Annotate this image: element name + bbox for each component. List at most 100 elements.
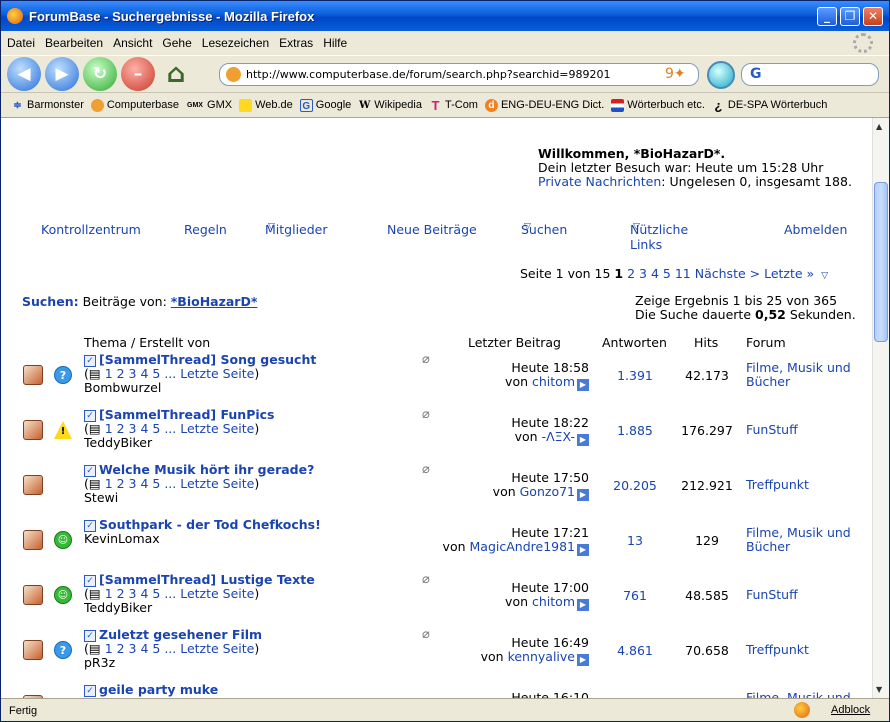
forum-link[interactable]: Filme, Musik und Bücher bbox=[746, 526, 866, 554]
menu-bearbeiten[interactable]: Bearbeiten bbox=[45, 36, 103, 50]
thread-pages[interactable]: (▤ 1 2 3 4 5 ... Letzte Seite) bbox=[84, 586, 259, 601]
forum-link[interactable]: FunStuff bbox=[746, 423, 866, 437]
nav-regeln[interactable]: Regeln bbox=[184, 222, 227, 237]
thread-title[interactable]: ✓ [SammelThread] Lustige Texte bbox=[84, 572, 315, 587]
page-link[interactable]: 2 bbox=[627, 266, 635, 281]
chevron-down-icon: ▽ bbox=[524, 222, 531, 232]
thread-title[interactable]: ✓ Southpark - der Tod Chefkochs! bbox=[84, 517, 321, 532]
home-button[interactable]: ⌂ bbox=[159, 57, 193, 91]
url-input[interactable]: http://www.computerbase.de/forum/search.… bbox=[219, 63, 699, 86]
answer-count[interactable]: 4.861 bbox=[601, 643, 669, 658]
thread-author: pR3z bbox=[84, 655, 116, 670]
forum-link[interactable]: Treffpunkt bbox=[746, 478, 866, 492]
forward-button[interactable]: ▶ bbox=[45, 57, 79, 91]
page-link[interactable]: 3 bbox=[639, 266, 647, 281]
goto-last-post-icon[interactable]: ▶ bbox=[577, 489, 589, 501]
scroll-up-icon[interactable]: ▲ bbox=[876, 122, 882, 131]
wikipedia-icon: W bbox=[359, 99, 371, 111]
thread-title[interactable]: ✓ Welche Musik hört ihr gerade? bbox=[84, 462, 314, 477]
menu-ansicht[interactable]: Ansicht bbox=[113, 36, 152, 50]
last-post-user[interactable]: Gonzo71 bbox=[520, 484, 575, 499]
extension-icon[interactable] bbox=[794, 702, 810, 718]
adblock-button[interactable]: Adblock bbox=[831, 704, 870, 716]
forum-link[interactable]: Filme, Musik und Bücher bbox=[746, 691, 866, 699]
last-post-user[interactable]: chitom bbox=[532, 374, 575, 389]
forum-link[interactable]: Treffpunkt bbox=[746, 643, 866, 657]
last-post-user[interactable]: MagicAndre1981 bbox=[470, 539, 576, 554]
private-messages-link[interactable]: Private Nachrichten bbox=[538, 174, 661, 189]
page-link[interactable]: 5 bbox=[663, 266, 671, 281]
maximize-button[interactable]: ❐ bbox=[840, 7, 860, 26]
thread-pages[interactable]: (▤ 1 2 3 4 5 ... Letzte Seite) bbox=[84, 421, 259, 436]
bookmark-google[interactable]: G Google bbox=[299, 98, 351, 112]
last-post-user[interactable]: kennyalive bbox=[508, 649, 575, 664]
thread-pages[interactable]: (▤ 1 2 3 4 5 ... Letzte Seite) bbox=[84, 366, 259, 381]
goto-last-post-icon[interactable]: ▶ bbox=[577, 379, 589, 391]
menu-datei[interactable]: Datei bbox=[7, 36, 35, 50]
search-user-link[interactable]: *BioHazarD* bbox=[171, 294, 258, 309]
nav-kontrollzentrum[interactable]: Kontrollzentrum bbox=[41, 222, 141, 237]
menu-gehe[interactable]: Gehe bbox=[162, 36, 191, 50]
bookmark-eng-deu[interactable]: d ENG-DEU-ENG Dict. bbox=[484, 98, 604, 112]
chevron-down-icon[interactable]: ▽ bbox=[821, 271, 828, 281]
last-post-user[interactable]: -ΛΞX- bbox=[542, 429, 575, 444]
scroll-thumb[interactable] bbox=[874, 182, 888, 342]
welcome-greeting: Willkommen, *BioHazarD*. bbox=[538, 146, 726, 161]
go-button[interactable] bbox=[707, 61, 735, 89]
page-current: 1 bbox=[614, 266, 624, 281]
scroll-down-icon[interactable]: ▼ bbox=[876, 685, 882, 694]
bookmark-gmx[interactable]: GMX GMX bbox=[186, 99, 232, 112]
answer-count[interactable]: 761 bbox=[601, 588, 669, 603]
back-button[interactable]: ◀ bbox=[7, 57, 41, 91]
thread-pages[interactable]: (▤ 1 2 3 4 5 ... Letzte Seite) bbox=[84, 641, 259, 656]
hit-count: 129 bbox=[695, 533, 719, 548]
goto-last-post-icon[interactable]: ▶ bbox=[577, 434, 589, 446]
nav-abmelden[interactable]: Abmelden bbox=[784, 222, 847, 237]
forum-link[interactable]: Filme, Musik und Bücher bbox=[746, 361, 866, 389]
page-link[interactable]: 4 bbox=[651, 266, 659, 281]
page-next[interactable]: Nächste > bbox=[695, 266, 760, 281]
page-last[interactable]: Letzte » bbox=[764, 266, 814, 281]
thread-title[interactable]: ✓ Zuletzt gesehener Film bbox=[84, 627, 262, 642]
reload-button[interactable]: ↻ bbox=[83, 57, 117, 91]
goto-last-post-icon[interactable]: ▶ bbox=[577, 654, 589, 666]
answer-count[interactable]: 20.205 bbox=[601, 478, 669, 493]
answer-count[interactable]: 1.391 bbox=[601, 368, 669, 383]
menu-hilfe[interactable]: Hilfe bbox=[323, 36, 347, 50]
answer-count[interactable]: 13 bbox=[601, 533, 669, 548]
close-button[interactable]: ✕ bbox=[863, 7, 883, 26]
thread-status-icon bbox=[23, 420, 43, 440]
bookmarks-toolbar: ≑ Barmonster Computerbase GMX GMX Web.de G… bbox=[1, 93, 889, 118]
header-last-post: Letzter Beitrag bbox=[468, 335, 561, 350]
bookmark-star-icon[interactable]: 9✦ bbox=[665, 66, 686, 82]
page-link[interactable]: 11 bbox=[675, 266, 691, 281]
thread-title[interactable]: ✓ [SammelThread] FunPics bbox=[84, 407, 275, 422]
vertical-scrollbar[interactable]: ▲ ▼ bbox=[872, 118, 889, 698]
goto-last-post-icon[interactable]: ▶ bbox=[577, 599, 589, 611]
thread-title[interactable]: ✓ geile party muke bbox=[84, 682, 218, 697]
answer-count[interactable]: 1.885 bbox=[601, 423, 669, 438]
computerbase-icon bbox=[90, 98, 104, 112]
checkbox-icon[interactable]: ✓ bbox=[84, 685, 96, 697]
stop-button[interactable]: – bbox=[121, 57, 155, 91]
nav-neue-beitraege[interactable]: Neue Beiträge bbox=[387, 222, 477, 237]
menu-extras[interactable]: Extras bbox=[279, 36, 313, 50]
thread-title[interactable]: ✓ [SammelThread] Song gesucht bbox=[84, 352, 316, 367]
forum-link[interactable]: FunStuff bbox=[746, 588, 866, 602]
last-post-user[interactable]: chitom bbox=[532, 594, 575, 609]
bookmark-woerterbuch[interactable]: Wörterbuch etc. bbox=[611, 98, 705, 112]
gmx-icon: GMX bbox=[187, 101, 203, 109]
bookmark-webde[interactable]: Web.de bbox=[239, 98, 293, 112]
bookmark-tcom[interactable]: T T-Com bbox=[429, 99, 477, 112]
header-answers: Antworten bbox=[602, 335, 667, 350]
bookmark-barmonster[interactable]: ≑ Barmonster bbox=[11, 99, 84, 112]
menu-lesezeichen[interactable]: Lesezeichen bbox=[202, 36, 269, 50]
search-input[interactable]: G bbox=[741, 63, 879, 86]
bookmark-wikipedia[interactable]: W Wikipedia bbox=[358, 99, 422, 112]
bookmark-de-spa[interactable]: ¿ DE-SPA Wörterbuch bbox=[712, 99, 827, 112]
thread-pages[interactable]: (▤ 1 2 3 4 5 ... Letzte Seite) bbox=[84, 476, 259, 491]
minimize-button[interactable]: _ bbox=[817, 7, 837, 26]
table-row: ☺ ✓ [SammelThread] Lustige Texte ⌀ (▤ 1 2 3 … bbox=[1, 570, 872, 625]
goto-last-post-icon[interactable]: ▶ bbox=[577, 544, 589, 556]
bookmark-computerbase[interactable]: Computerbase bbox=[90, 98, 179, 112]
